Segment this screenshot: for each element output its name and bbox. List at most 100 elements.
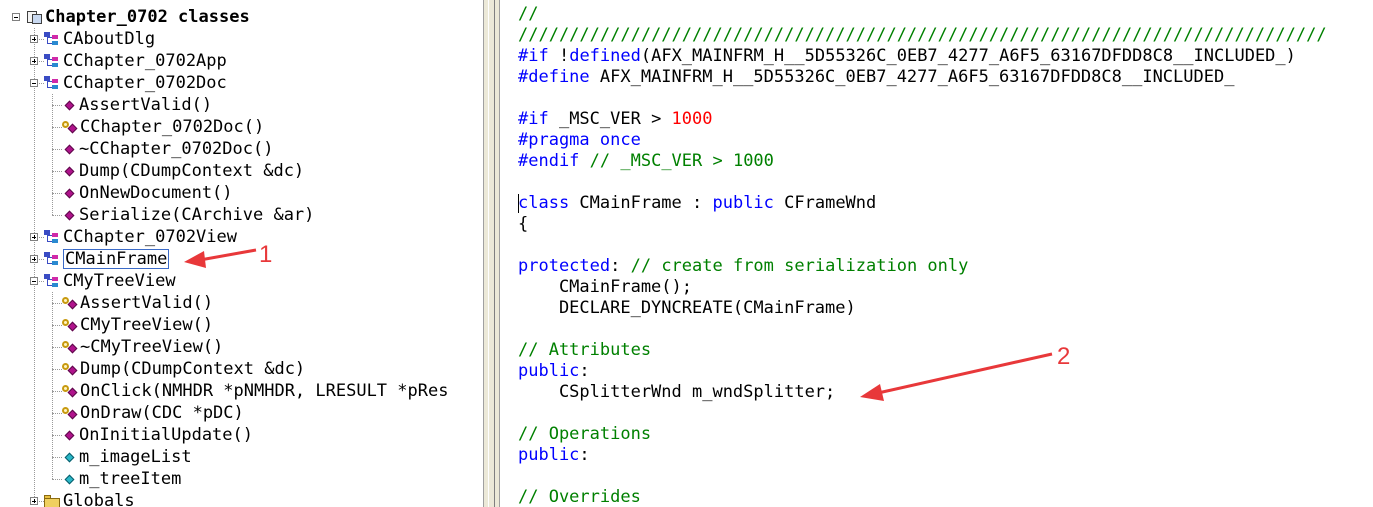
tree-item-label: Serialize(CArchive &ar) xyxy=(79,205,315,225)
class-icon xyxy=(44,32,61,46)
expand-icon[interactable] xyxy=(30,35,38,43)
collapse-icon[interactable] xyxy=(30,277,38,285)
code-line: // xyxy=(518,4,538,25)
tree-item[interactable]: ~CMyTreeView() xyxy=(62,336,223,358)
code-token: : xyxy=(579,361,590,381)
tree-item[interactable]: m_treeItem xyxy=(62,468,181,490)
tree-item[interactable]: OnDraw(CDC *pDC) xyxy=(62,402,244,424)
tree-item[interactable]: CMyTreeView xyxy=(44,270,176,292)
tree-guide-line xyxy=(52,94,53,215)
tree-item[interactable]: AssertValid() xyxy=(62,94,212,116)
tree-guide-line xyxy=(52,292,53,479)
code-line: ////////////////////////////////////////… xyxy=(518,25,1327,46)
code-line: #define AFX_MAINFRM_H__5D55326C_0EB7_427… xyxy=(518,67,1234,88)
pane-splitter[interactable] xyxy=(483,0,500,507)
code-token: #endif xyxy=(518,151,580,171)
tree-item[interactable]: AssertValid() xyxy=(62,292,213,314)
tree-item-label: Globals xyxy=(63,491,135,507)
collapse-icon[interactable] xyxy=(12,13,20,21)
tree-item[interactable]: Dump(CDumpContext &dc) xyxy=(62,160,304,182)
method-icon xyxy=(65,167,74,176)
method-icon xyxy=(65,211,74,220)
tree-item-label: CAboutDlg xyxy=(63,29,156,49)
collapse-icon[interactable] xyxy=(30,79,38,87)
protected-method-icon xyxy=(62,121,78,133)
code-line: #endif // _MSC_VER > 1000 xyxy=(518,151,774,172)
tree-item-label: AssertValid() xyxy=(79,95,213,115)
tree-item-label: ~CMyTreeView() xyxy=(80,337,224,357)
tree-item[interactable]: Dump(CDumpContext &dc) xyxy=(62,358,305,380)
class-icon xyxy=(44,76,61,90)
protected-method-icon xyxy=(62,319,78,331)
code-token: CMainFrame : xyxy=(569,193,713,213)
tree-item[interactable]: CChapter_0702App xyxy=(44,50,227,72)
class-icon xyxy=(44,230,61,244)
code-token: ! xyxy=(548,46,570,66)
member-icon xyxy=(65,453,74,462)
tree-guide-line xyxy=(34,28,35,501)
tree-item[interactable]: Serialize(CArchive &ar) xyxy=(62,204,314,226)
code-line: public: xyxy=(518,361,590,382)
tree-guide-line xyxy=(52,457,62,458)
tree-item[interactable]: CAboutDlg xyxy=(44,28,155,50)
tree-item[interactable]: OnInitialUpdate() xyxy=(62,424,253,446)
code-line: #pragma once xyxy=(518,130,641,151)
tree-item[interactable]: CChapter_0702View xyxy=(44,226,237,248)
expand-icon[interactable] xyxy=(30,497,38,505)
code-token: CFrameWnd xyxy=(773,193,877,213)
tree-item[interactable]: Globals xyxy=(44,490,135,507)
code-token: // Operations xyxy=(518,424,652,444)
code-token: // Overrides xyxy=(518,487,641,507)
code-token: CMainFrame(); xyxy=(518,277,692,297)
tree-item-label: CMyTreeView() xyxy=(80,315,214,335)
tree-item[interactable]: CMainFrame xyxy=(44,248,170,270)
code-token: (AFX_MAINFRM_H__5D55326C_0EB7_4277_A6F5_… xyxy=(640,46,1296,66)
code-token: // create from serialization only xyxy=(630,256,969,276)
method-icon xyxy=(65,189,74,198)
code-token: ////////////////////////////////////////… xyxy=(518,25,1327,45)
expand-icon[interactable] xyxy=(30,233,38,241)
code-token: #pragma xyxy=(518,130,590,150)
code-token: CSplitterWnd m_wndSplitter; xyxy=(518,382,836,402)
tree-item-label: OnInitialUpdate() xyxy=(79,425,253,445)
tree-item-label: CChapter_0702Doc xyxy=(63,73,227,93)
tree-item-label: Dump(CDumpContext &dc) xyxy=(80,359,306,379)
tree-item[interactable]: ~CChapter_0702Doc() xyxy=(62,138,273,160)
tree-item-label: CChapter_0702View xyxy=(63,227,237,247)
tree-item[interactable]: m_imageList xyxy=(62,446,192,468)
tree-item[interactable]: CChapter_0702Doc() xyxy=(62,116,264,138)
tree-guide-line xyxy=(52,149,62,150)
annotation-label-2: 2 xyxy=(1057,343,1071,370)
protected-method-icon xyxy=(62,363,78,375)
member-icon xyxy=(65,475,74,484)
tree-guide-line xyxy=(52,215,62,216)
tree-item[interactable]: CChapter_0702Doc xyxy=(44,72,227,94)
method-icon xyxy=(65,101,74,110)
code-line: protected: // create from serialization … xyxy=(518,256,968,277)
tree-item-label: CChapter_0702Doc() xyxy=(80,117,265,137)
expand-icon[interactable] xyxy=(30,255,38,263)
code-editor[interactable]: ////////////////////////////////////////… xyxy=(500,0,1373,507)
class-icon xyxy=(44,252,61,266)
tree-guide-line xyxy=(52,105,62,106)
code-line: // Attributes xyxy=(518,340,651,361)
expand-icon[interactable] xyxy=(30,57,38,65)
annotation-label-1: 1 xyxy=(259,241,273,268)
tree-item[interactable]: OnNewDocument() xyxy=(62,182,233,204)
tree-item[interactable]: Chapter_0702 classes xyxy=(26,6,250,28)
code-line: #if _MSC_VER > 1000 xyxy=(518,109,713,130)
code-token: #if xyxy=(518,109,549,129)
code-token: // xyxy=(518,4,539,24)
code-line: { xyxy=(518,214,528,235)
code-token: // _MSC_VER > 1000 xyxy=(589,151,774,171)
tree-item[interactable]: CMyTreeView() xyxy=(62,314,213,336)
tree-item-label: m_treeItem xyxy=(79,469,182,489)
code-line: class CMainFrame : public CFrameWnd xyxy=(518,193,876,214)
protected-method-icon xyxy=(62,297,78,309)
tree-item[interactable]: OnClick(NMHDR *pNMHDR, LRESULT *pRes xyxy=(62,380,448,402)
class-view-tree[interactable]: Chapter_0702 classes CAboutDlg CChapter_07… xyxy=(0,0,483,507)
code-token: // Attributes xyxy=(518,340,652,360)
folder-icon xyxy=(44,494,61,507)
code-token: defined xyxy=(569,46,641,66)
